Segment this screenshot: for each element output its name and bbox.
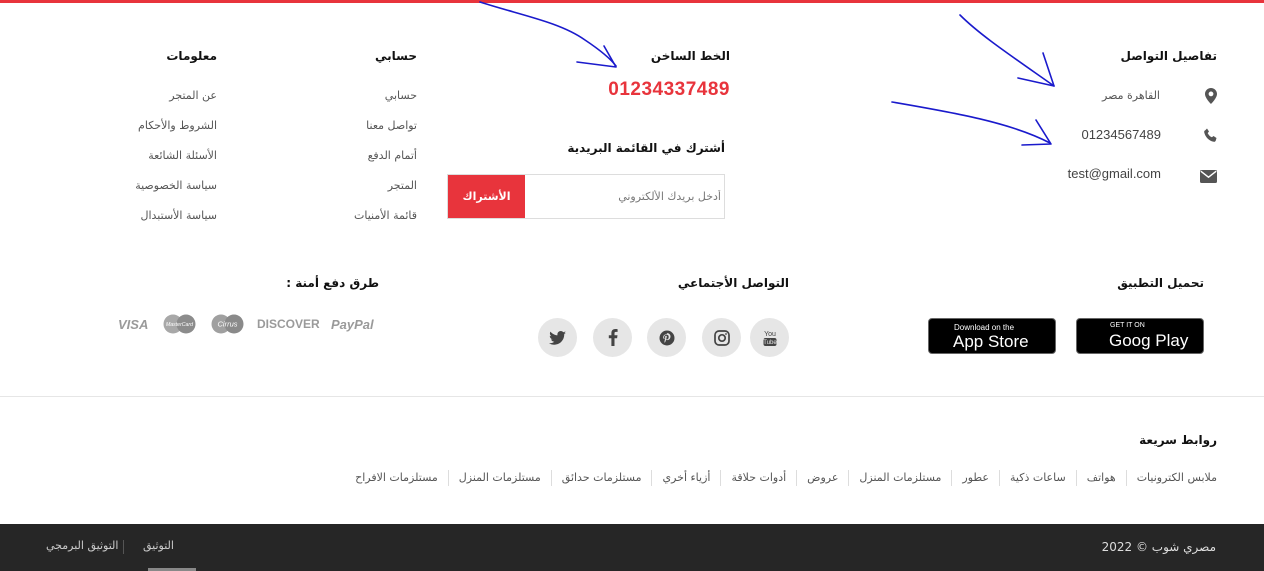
contact-title: تفاصيل التواصل xyxy=(1120,49,1218,63)
cirrus-label: Cirrus xyxy=(218,320,238,329)
google-play-small-label: GET IT ON xyxy=(1110,322,1145,329)
map-marker-icon xyxy=(1205,88,1217,104)
quick-link-smartwatches[interactable]: ساعات ذكية xyxy=(999,470,1076,486)
google-play-big-label: Goog Play xyxy=(1109,331,1189,350)
app-store-small-label: Download on the xyxy=(954,323,1015,332)
svg-text:Tube: Tube xyxy=(763,340,777,346)
cirrus-logo: Cirrus xyxy=(210,314,245,334)
phone-icon xyxy=(1204,127,1218,142)
arrow-to-hotline xyxy=(479,1,617,67)
youtube-icon[interactable]: You Tube xyxy=(750,318,789,357)
copyright-text: مصري شوب © 2022 xyxy=(1101,540,1216,554)
account-link-contact[interactable]: تواصل معنا xyxy=(366,119,417,132)
info-link-privacy[interactable]: سياسة الخصوصية xyxy=(135,179,217,192)
social-title: التواصل الأجتماعي xyxy=(677,276,789,290)
contact-email[interactable]: test@gmail.com xyxy=(1068,166,1161,181)
api-docs-link[interactable]: التوثيق البرمجي xyxy=(46,539,118,552)
pinterest-icon[interactable] xyxy=(647,318,686,357)
quick-link-shaving-tools[interactable]: أدوات حلاقة xyxy=(720,470,796,486)
quick-link-home-supplies-2[interactable]: مستلزمات المنزل xyxy=(447,470,551,486)
quick-links-list: ملابس الكترونيات هواتف ساعات ذكية عطور م… xyxy=(345,470,1217,486)
bottom-bar: مصري شوب © 2022 التوثيق التوثيق البرمجي xyxy=(0,524,1264,571)
account-link-checkout[interactable]: أتمام الدفع xyxy=(368,149,417,162)
docs-link[interactable]: التوثيق xyxy=(143,539,174,552)
quick-link-home-supplies[interactable]: مستلزمات المنزل xyxy=(848,470,951,486)
payment-title: طرق دفع أمنة : xyxy=(286,276,379,290)
instagram-icon[interactable] xyxy=(702,318,741,357)
app-store-big-label: App Store xyxy=(953,332,1029,351)
account-link-wishlist[interactable]: قائمة الأمنيات xyxy=(354,209,417,222)
info-link-terms[interactable]: الشروط والأحكام xyxy=(138,119,217,132)
arrow-to-hotline-head xyxy=(576,45,617,68)
envelope-icon xyxy=(1200,168,1217,183)
newsletter-form: الأشتراك xyxy=(447,174,725,219)
quick-link-offers[interactable]: عروض xyxy=(796,470,848,486)
discover-logo: DISCOVER xyxy=(257,317,320,331)
subscribe-button[interactable]: الأشتراك xyxy=(448,175,525,218)
mastercard-logo: MasterCard xyxy=(162,314,197,334)
account-link-store[interactable]: المتجر xyxy=(388,179,417,192)
twitter-icon[interactable] xyxy=(538,318,577,357)
svg-text:You: You xyxy=(764,331,776,338)
app-store-button[interactable]: Download on the App Store xyxy=(928,318,1056,354)
top-accent-line xyxy=(0,0,1264,3)
arrow-to-address xyxy=(959,14,1055,87)
google-play-button[interactable]: GET IT ON Goog Play xyxy=(1076,318,1204,354)
quick-links-title: روابط سريعة xyxy=(1139,433,1217,447)
quick-link-garden-supplies[interactable]: مستلزمات حدائق xyxy=(550,470,652,486)
quick-link-electronics[interactable]: ملابس الكترونيات xyxy=(1125,470,1217,486)
arrow-to-phone xyxy=(891,101,1051,144)
info-link-faq[interactable]: الأسئلة الشائعة xyxy=(148,149,217,162)
arrow-to-address-head xyxy=(1017,52,1055,87)
account-link-my-account[interactable]: حسابي xyxy=(385,89,417,102)
visa-logo: VISA xyxy=(118,316,149,332)
facebook-icon[interactable] xyxy=(593,318,632,357)
bottom-link-separator xyxy=(123,540,124,554)
hotline-title: الخط الساخن xyxy=(650,49,730,63)
contact-address: القاهرة مصر xyxy=(1102,89,1160,102)
newsletter-title: أشترك في القائمة البريدية xyxy=(567,141,725,155)
mastercard-label: MasterCard xyxy=(166,322,194,328)
contact-phone[interactable]: 01234567489 xyxy=(1081,127,1161,142)
quick-link-phones[interactable]: هواتف xyxy=(1075,470,1126,486)
quick-link-wedding-supplies[interactable]: مستلزمات الافراح xyxy=(345,470,448,486)
email-field[interactable] xyxy=(525,175,724,218)
account-title: حسابي xyxy=(374,49,417,63)
app-title: تحميل التطبيق xyxy=(1117,276,1204,290)
info-link-about[interactable]: عن المتجر xyxy=(169,89,217,102)
quick-link-perfumes[interactable]: عطور xyxy=(951,470,999,486)
info-title: معلومات xyxy=(166,49,217,63)
info-link-returns[interactable]: سياسة الأستبدال xyxy=(140,209,217,222)
hotline-number[interactable]: 01234337489 xyxy=(608,79,730,101)
arrow-to-phone-head xyxy=(1021,119,1052,146)
quick-link-other-fashion[interactable]: أزياء أخري xyxy=(651,470,720,486)
paypal-logo: PayPal xyxy=(331,316,374,332)
section-divider xyxy=(0,396,1264,397)
